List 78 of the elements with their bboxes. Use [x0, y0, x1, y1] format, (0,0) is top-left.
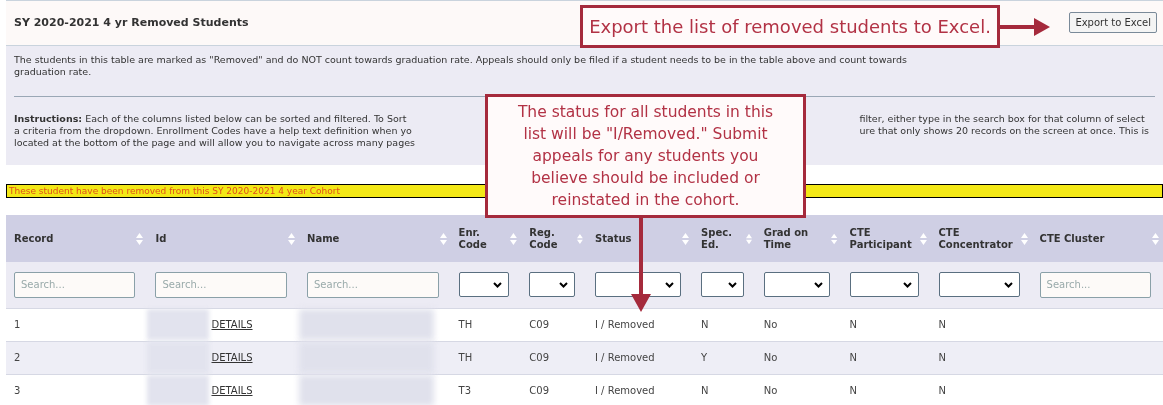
details-link[interactable]: DETAILS [211, 317, 253, 332]
search-field[interactable]: Search... [155, 271, 287, 298]
table-cell: No [763, 319, 778, 330]
chevron-down-icon [727, 281, 737, 288]
table-cell: N [849, 385, 858, 397]
description-text: The students in this table are marked as "Removed" and do NOT count towards graduation rate. Appeals should only be filed if a student needs to be in the table above and count towards graduation rate. [14, 54, 908, 78]
sort-icon[interactable] [1152, 232, 1159, 245]
column-header[interactable]: Reg. Code [529, 226, 578, 251]
table-cell: T3 [458, 385, 472, 397]
chevron-down-icon [813, 281, 823, 288]
sort-icon[interactable] [577, 232, 583, 245]
chevron-down-icon [902, 281, 912, 288]
column-header[interactable]: Name [307, 232, 340, 245]
sort-icon[interactable] [831, 232, 838, 245]
callout-box: The status for all students in this list will be "I/Removed." Submit appeals for any students you believe should be included or reinstated in the cohort. [485, 94, 806, 218]
column-header[interactable]: Status [594, 232, 632, 245]
chevron-down-icon [493, 281, 503, 288]
sort-icon[interactable] [1020, 232, 1028, 245]
chevron-down-icon [665, 281, 675, 288]
table-cell: N [938, 352, 946, 363]
search-field[interactable]: Search... [1039, 271, 1151, 298]
table-cell: Y [701, 352, 708, 363]
table-cell: N [849, 352, 858, 363]
table-cell: C09 [529, 319, 549, 330]
arrow-icon [631, 218, 651, 312]
dropdown-field[interactable] [849, 272, 919, 298]
search-field[interactable]: Search... [307, 271, 439, 298]
table-cell: N [849, 319, 858, 330]
dropdown-field[interactable] [458, 272, 510, 298]
table-cell: N [701, 319, 709, 330]
table-cell: N [938, 319, 946, 330]
table-cell: TH [458, 319, 473, 330]
section-title: SY 2020-2021 4 yr Removed Students [14, 14, 249, 31]
table-cell: TH [458, 352, 473, 363]
table-cell: I / Removed [594, 352, 655, 363]
column-header[interactable]: Enr. Code [458, 226, 511, 251]
chevron-down-icon [558, 281, 568, 288]
table-cell: C09 [529, 352, 549, 363]
details-link[interactable]: DETAILS [211, 383, 253, 399]
column-header[interactable]: Grad on Time [763, 226, 832, 251]
chevron-down-icon [1003, 281, 1013, 288]
instructions-text: a criteria from the dropdown. Enrollment Codes have a help text definition when yo [14, 125, 413, 137]
export-button[interactable]: Export to Excel [1069, 11, 1157, 33]
table-cell: C09 [529, 385, 549, 397]
sort-icon[interactable] [510, 232, 518, 245]
dropdown-field[interactable] [701, 272, 744, 298]
table-cell: No [763, 352, 778, 363]
instructions-text: Instructions: Each of the columns listed below can be sorted and filtered. To Sort [14, 113, 408, 125]
table-cell: 2 [14, 352, 21, 363]
callout-box: Export the list of removed students to Excel. [580, 5, 1000, 48]
sort-icon[interactable] [745, 232, 752, 245]
sort-icon[interactable] [288, 232, 295, 245]
table-cell: N [701, 385, 709, 397]
search-field[interactable]: Search... [14, 271, 136, 298]
dropdown-field[interactable] [594, 272, 682, 298]
sort-icon[interactable] [136, 232, 144, 245]
table-cell: 1 [14, 319, 21, 330]
instructions-text: filter, either type in the search box for that column of select [859, 113, 1146, 125]
table-cell: I / Removed [594, 385, 655, 397]
column-header[interactable]: Id [155, 232, 167, 245]
column-header[interactable]: CTE Participant [849, 226, 920, 251]
table-cell: I / Removed [594, 319, 655, 330]
sort-icon[interactable] [919, 232, 927, 245]
instructions-text: located at the bottom of the page and will allow you to navigate across many pages [14, 137, 415, 149]
table-cell: N [938, 385, 946, 397]
details-link[interactable]: DETAILS [211, 350, 253, 365]
column-header[interactable]: CTE Cluster [1039, 232, 1105, 245]
table-cell: 3 [14, 385, 21, 397]
sort-icon[interactable] [439, 232, 447, 245]
sort-icon[interactable] [682, 232, 690, 245]
dropdown-field[interactable] [529, 272, 575, 298]
column-header[interactable]: Record [14, 232, 54, 245]
table-cell: No [763, 385, 778, 397]
column-header[interactable]: Spec. Ed. [701, 226, 746, 251]
dropdown-field[interactable] [763, 272, 830, 298]
arrow-icon [1000, 18, 1050, 36]
instructions-text: ure that only shows 20 records on the screen at once. This is [859, 125, 1149, 137]
dropdown-field[interactable] [938, 272, 1020, 298]
